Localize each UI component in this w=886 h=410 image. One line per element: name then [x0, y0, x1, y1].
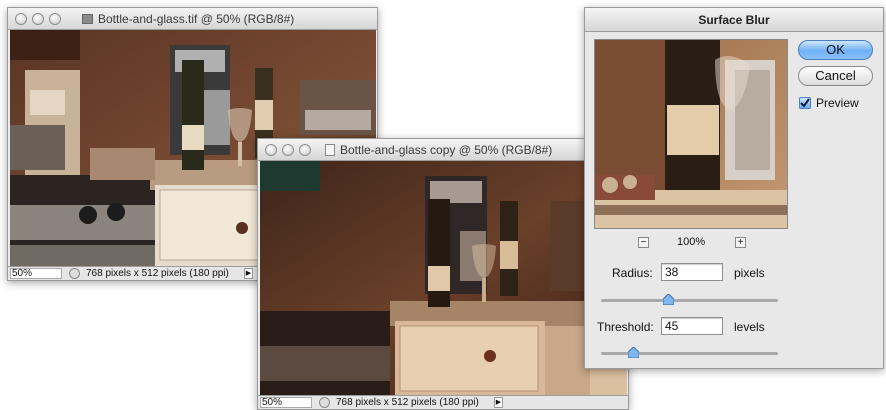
close-button[interactable] [15, 13, 27, 25]
threshold-slider-thumb[interactable] [628, 347, 639, 358]
surface-blur-dialog[interactable]: Surface Blur − 100% + Radius: 38 pixels … [584, 7, 884, 369]
zoom-out-button[interactable]: − [638, 237, 649, 248]
preview-checkbox[interactable] [799, 97, 811, 109]
minimize-button[interactable] [282, 144, 294, 156]
window-controls [265, 144, 311, 156]
window-title: Bottle-and-glass.tif @ 50% (RGB/8#) [98, 12, 295, 26]
document-window-copy[interactable]: Bottle-and-glass copy @ 50% (RGB/8#) 50%… [257, 138, 629, 410]
radius-unit: pixels [734, 266, 765, 280]
image-canvas[interactable] [260, 161, 627, 395]
preview-label: Preview [816, 96, 859, 110]
radius-input[interactable]: 38 [661, 263, 723, 281]
zoom-button[interactable] [49, 13, 61, 25]
radius-label: Radius: [612, 266, 653, 280]
close-button[interactable] [265, 144, 277, 156]
status-menu-arrow-icon[interactable]: ▶ [244, 268, 253, 279]
dialog-title-bar[interactable]: Surface Blur [585, 8, 883, 32]
preview-image [595, 40, 787, 228]
radius-slider-thumb[interactable] [663, 294, 674, 305]
image-info: 768 pixels x 512 pixels (180 ppi) [86, 268, 229, 279]
dialog-title: Surface Blur [698, 13, 770, 27]
radius-slider-track[interactable] [601, 299, 778, 302]
threshold-label: Threshold: [597, 320, 654, 334]
minimize-button[interactable] [32, 13, 44, 25]
image-info: 768 pixels x 512 pixels (180 ppi) [336, 397, 479, 408]
cancel-button[interactable]: Cancel [798, 66, 873, 86]
status-icon [69, 268, 80, 279]
kitchen-photo-blurred [260, 161, 627, 395]
zoom-button[interactable] [299, 144, 311, 156]
window-title: Bottle-and-glass copy @ 50% (RGB/8#) [340, 143, 553, 157]
status-bar: 50% 768 pixels x 512 pixels (180 ppi) ▶ [258, 395, 628, 409]
title-bar[interactable]: Bottle-and-glass copy @ 50% (RGB/8#) [258, 139, 628, 161]
title-bar[interactable]: Bottle-and-glass.tif @ 50% (RGB/8#) [8, 8, 377, 30]
document-icon [325, 144, 335, 156]
threshold-unit: levels [734, 320, 765, 334]
status-icon [319, 397, 330, 408]
checkmark-icon [800, 98, 810, 108]
window-controls [15, 13, 61, 25]
document-icon [82, 14, 93, 24]
preview-pane[interactable] [594, 39, 788, 229]
status-menu-arrow-icon[interactable]: ▶ [494, 397, 503, 408]
threshold-input[interactable]: 45 [661, 317, 723, 335]
zoom-field[interactable]: 50% [260, 397, 312, 408]
zoom-in-button[interactable]: + [735, 237, 746, 248]
zoom-level: 100% [677, 236, 706, 248]
zoom-field[interactable]: 50% [10, 268, 62, 279]
ok-button[interactable]: OK [798, 40, 873, 60]
